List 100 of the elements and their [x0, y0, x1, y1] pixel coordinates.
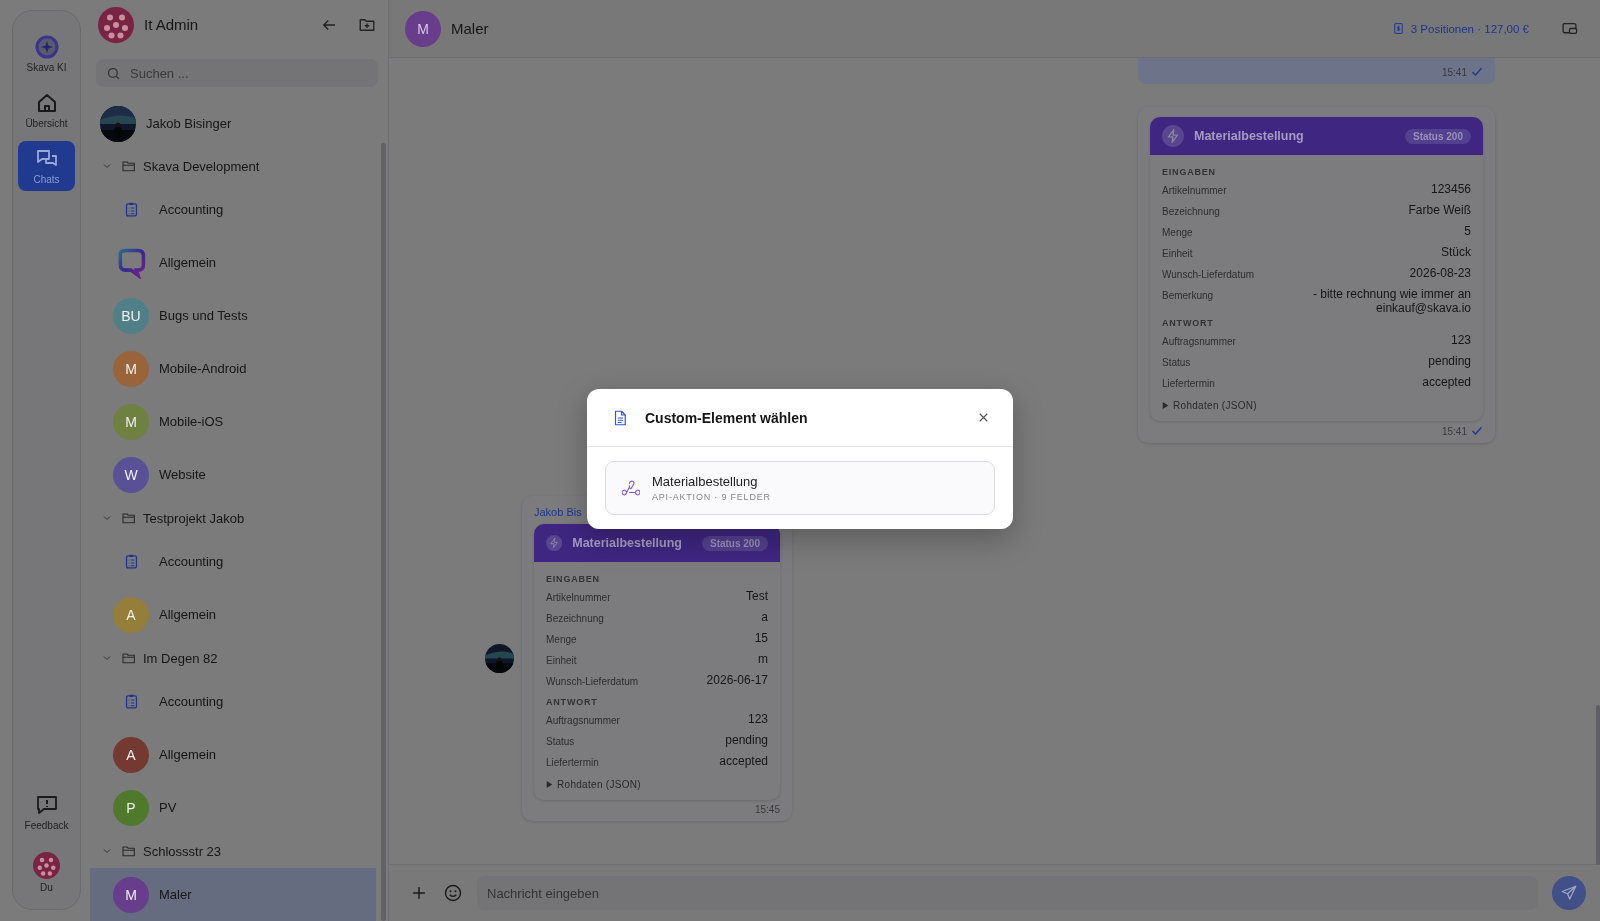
- workspace-title: It Admin: [144, 16, 200, 33]
- avatar-icon: [98, 6, 134, 43]
- field-value: 15: [754, 631, 768, 645]
- channel-item[interactable]: BU Bugs und Tests: [90, 289, 376, 342]
- field-label: Wunsch-Lieferdatum: [546, 675, 639, 687]
- dialog-title: Custom-Element wählen: [645, 409, 808, 426]
- raw-data-toggle[interactable]: Rohdaten (JSON): [546, 779, 641, 790]
- avatar-initials: BU: [113, 297, 149, 334]
- channel-item[interactable]: M Mobile-Android: [90, 342, 376, 395]
- field-label: Liefertermin: [546, 756, 599, 768]
- section-heading: EINGABEN: [546, 574, 601, 584]
- card-title: Materialbestellung: [1194, 129, 1304, 143]
- field-value: pending: [1428, 354, 1471, 368]
- folder-icon: [121, 650, 137, 666]
- order-summary-link[interactable]: 3 Positionen · 127,00 €: [1391, 22, 1529, 35]
- avatar-initials: A: [113, 596, 149, 633]
- field-value: a: [761, 610, 768, 624]
- channel-item[interactable]: M Mobile-iOS: [90, 395, 376, 448]
- webhook-icon: [622, 479, 640, 497]
- card-title: Materialbestellung: [572, 536, 682, 550]
- message-time: 15:41: [1441, 66, 1467, 78]
- search-field[interactable]: Suchen ...: [96, 59, 378, 87]
- field-label: Einheit: [1162, 247, 1193, 259]
- check-icon: [1471, 425, 1483, 437]
- contact-item[interactable]: Jakob Bisinger: [90, 98, 376, 149]
- lightning-icon: [546, 532, 563, 554]
- folder-icon: [121, 843, 137, 859]
- feedback-icon: [34, 793, 59, 817]
- element-option[interactable]: Materialbestellung API-AKTION · 9 FELDER: [605, 461, 995, 515]
- field-value: 5: [1464, 224, 1471, 238]
- field-value: accepted: [1422, 375, 1471, 389]
- field-label: Status: [546, 735, 575, 747]
- channel-item[interactable]: Accounting: [90, 675, 376, 728]
- send-icon: [1560, 884, 1578, 902]
- channel-item[interactable]: M Maler: [90, 868, 376, 921]
- channel-item[interactable]: W Website: [90, 448, 376, 501]
- message-input[interactable]: Nachricht eingeben: [477, 876, 1538, 910]
- avatar-initials: W: [113, 456, 149, 493]
- field-value: pending: [725, 733, 768, 747]
- status-badge: Status 200: [1404, 128, 1471, 144]
- folder-item[interactable]: Schlossstr 23: [90, 834, 376, 868]
- field-label: Wunsch-Lieferdatum: [1162, 268, 1255, 280]
- field-value: 2026-08-23: [1409, 266, 1471, 280]
- folder-item[interactable]: Testprojekt Jakob: [90, 501, 376, 535]
- receipt-icon: [1391, 22, 1405, 35]
- field-value: 123: [747, 712, 768, 726]
- nav-button[interactable]: Feedback: [18, 787, 75, 837]
- avatar-initials: M: [405, 10, 441, 47]
- field-label: Auftragsnummer: [546, 714, 620, 726]
- folder-item[interactable]: Im Degen 82: [90, 641, 376, 675]
- channel-item[interactable]: P PV: [90, 781, 376, 834]
- avatar-initials: M: [113, 350, 149, 387]
- field-label: Artikelnummer: [1162, 184, 1227, 196]
- avatar-initials: M: [113, 876, 149, 913]
- search-icon: [106, 66, 121, 81]
- field-value: m: [758, 652, 768, 666]
- check-icon: [1471, 66, 1483, 78]
- nav-button[interactable]: Du: [18, 847, 75, 897]
- field-value: Farbe Weiß: [1408, 203, 1471, 217]
- channel-item[interactable]: Allgemein: [90, 236, 376, 289]
- field-value: 123456: [1430, 182, 1471, 196]
- field-label: Artikelnummer: [546, 591, 611, 603]
- section-heading: ANTWORT: [546, 697, 599, 707]
- section-heading: EINGABEN: [1162, 167, 1217, 177]
- channel-item[interactable]: Accounting: [90, 183, 376, 236]
- field-label: Bezeichnung: [1162, 205, 1220, 217]
- nav-button[interactable]: Chats: [18, 141, 75, 191]
- field-label: Einheit: [546, 654, 577, 666]
- status-badge: Status 200: [701, 535, 768, 551]
- field-label: Menge: [1162, 226, 1193, 238]
- folder-icon: [121, 158, 137, 174]
- nav-button[interactable]: Skava KI: [18, 29, 75, 79]
- caret-icon: [546, 781, 553, 788]
- field-value: Stück: [1441, 245, 1471, 259]
- window-icon[interactable]: [1561, 20, 1578, 37]
- field-label: Bemerkung: [1162, 289, 1214, 301]
- field-value: - bitte rechnung wie immer an einkauf@skava.io: [1311, 287, 1471, 315]
- folder-item[interactable]: Skava Development: [90, 149, 376, 183]
- send-button[interactable]: [1552, 876, 1586, 910]
- channel-item[interactable]: Accounting: [90, 535, 376, 588]
- sparkle-chat-icon: [34, 35, 59, 59]
- raw-data-toggle[interactable]: Rohdaten (JSON): [1162, 400, 1257, 411]
- message-time: 15:41: [1441, 425, 1467, 437]
- lightning-icon: [1162, 125, 1184, 147]
- option-subtitle: API-AKTION · 9 FELDER: [652, 492, 771, 502]
- section-heading: ANTWORT: [1162, 318, 1215, 328]
- scrollbar[interactable]: [381, 143, 386, 921]
- field-label: Auftragsnummer: [1162, 335, 1236, 347]
- emoji-icon[interactable]: [443, 883, 463, 903]
- field-label: Bezeichnung: [546, 612, 604, 624]
- channel-item[interactable]: A Allgemein: [90, 728, 376, 781]
- chat-title: Maler: [451, 20, 489, 37]
- channel-item[interactable]: A Allgemein: [90, 588, 376, 641]
- folder-icon: [121, 510, 137, 526]
- field-value: Test: [746, 589, 768, 603]
- avatar-initials: A: [113, 736, 149, 773]
- option-title: Materialbestellung: [652, 474, 759, 489]
- field-value: 123: [1450, 333, 1471, 347]
- nav-button[interactable]: Übersicht: [18, 85, 75, 135]
- field-value: 2026-06-17: [706, 673, 768, 687]
